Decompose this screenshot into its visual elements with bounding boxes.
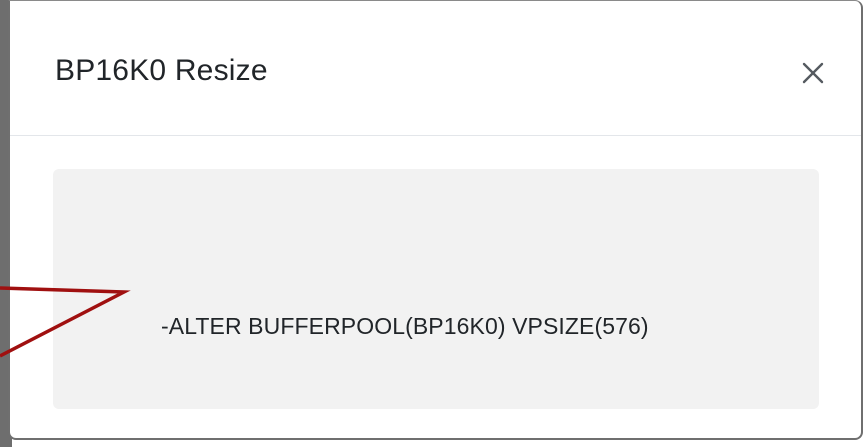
alter-bufferpool-command: -ALTER BUFFERPOOL(BP16K0) VPSIZE(576) bbox=[161, 313, 649, 339]
resize-dialog: BP16K0 Resize -ALTER BUFFERPOOL(BP16K0) … bbox=[8, 0, 863, 440]
command-box: -ALTER BUFFERPOOL(BP16K0) VPSIZE(576) bbox=[53, 169, 819, 409]
screenshot-stage: BP16K0 Resize -ALTER BUFFERPOOL(BP16K0) … bbox=[0, 0, 865, 447]
close-button[interactable] bbox=[793, 53, 833, 93]
close-icon bbox=[802, 62, 824, 84]
dialog-title: BP16K0 Resize bbox=[55, 54, 268, 87]
dialog-header: BP16K0 Resize bbox=[10, 1, 861, 136]
dialog-body: -ALTER BUFFERPOOL(BP16K0) VPSIZE(576) bbox=[10, 137, 861, 437]
